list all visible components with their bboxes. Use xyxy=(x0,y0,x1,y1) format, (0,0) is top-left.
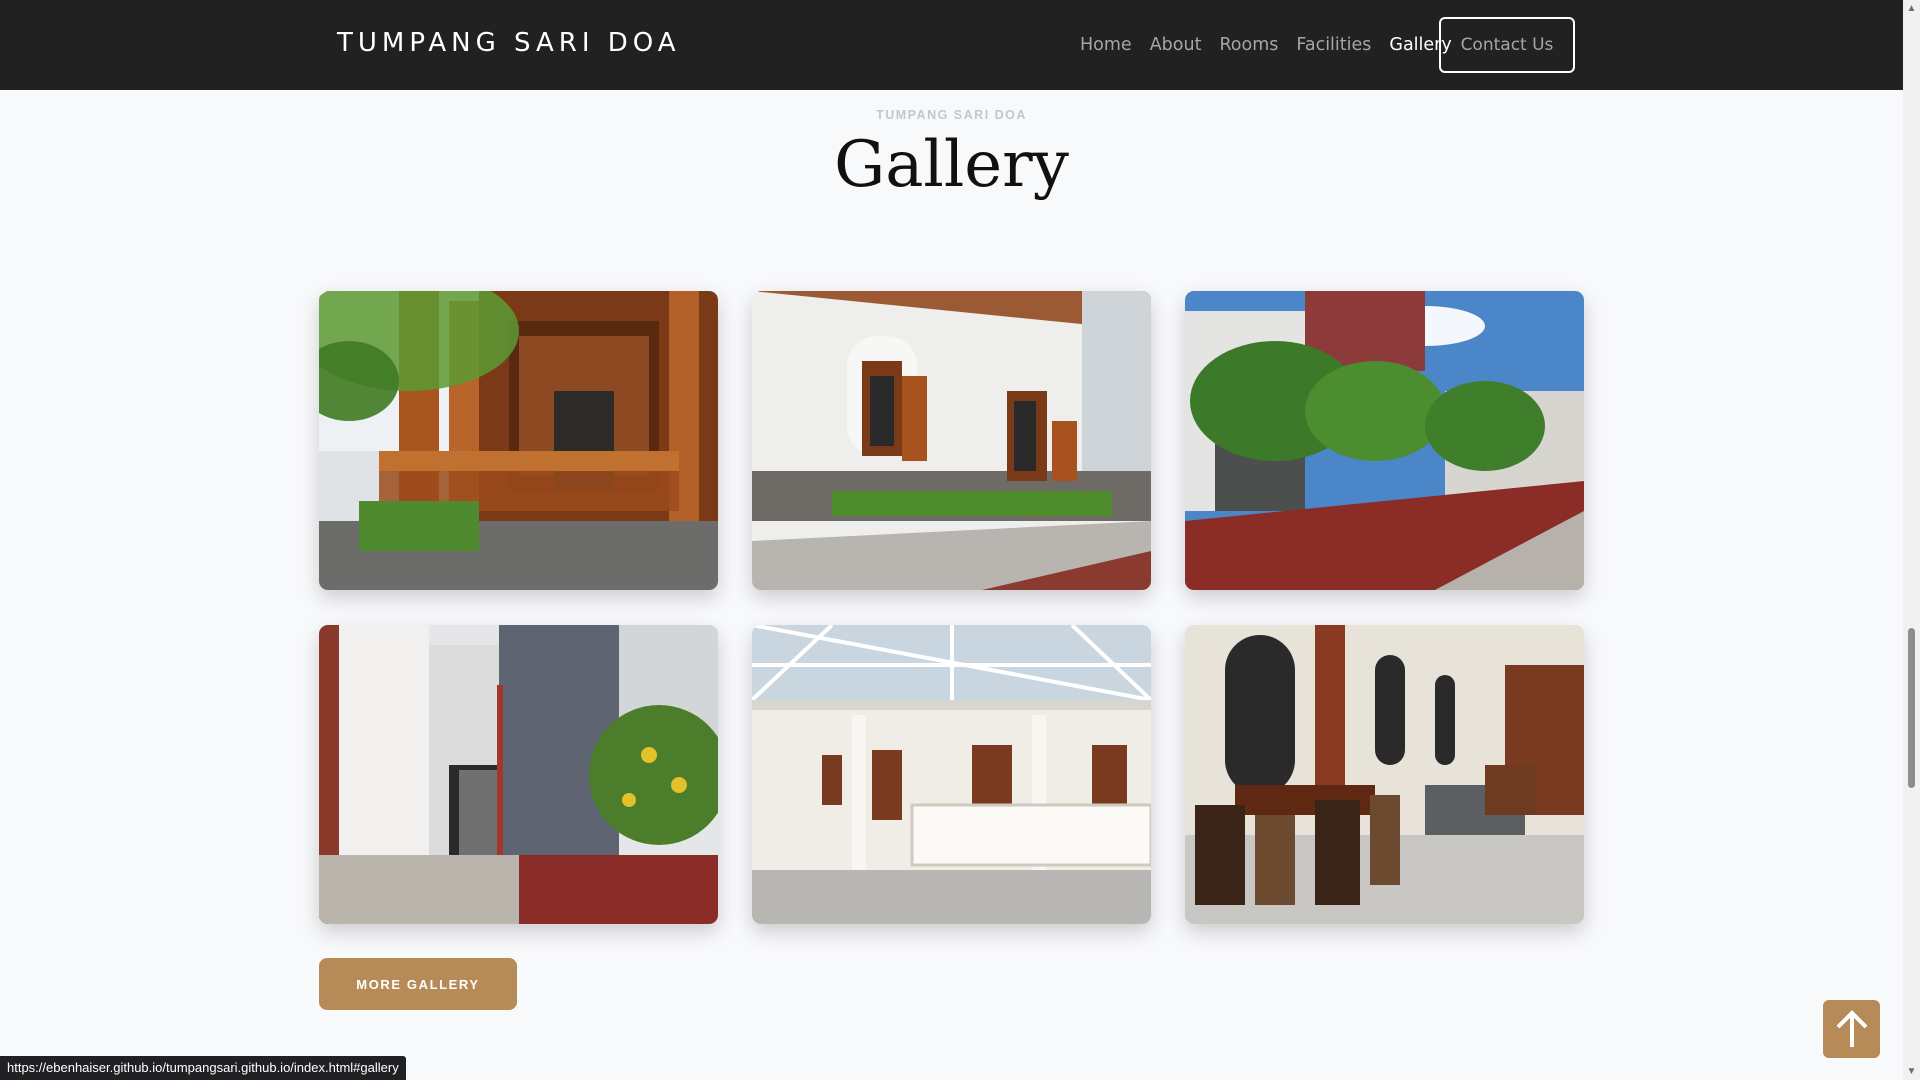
more-gallery-button[interactable]: MORE GALLERY xyxy=(319,958,517,1010)
glass-roof-hall-photo[interactable] xyxy=(752,625,1151,924)
scroll-thumb[interactable] xyxy=(1908,628,1915,788)
nav-link-home[interactable]: Home xyxy=(1080,35,1132,55)
back-to-top-button[interactable] xyxy=(1823,1000,1880,1058)
nav-links: Home About Rooms Facilities Gallery xyxy=(1080,0,1470,90)
gallery-grid xyxy=(319,291,1585,924)
courtyard-frangipani-photo[interactable] xyxy=(1185,291,1584,590)
side-entrance-photo[interactable] xyxy=(319,625,718,924)
scroll-down-arrow-icon[interactable]: ▼ xyxy=(1903,1063,1920,1080)
brand-logo-text[interactable]: TUMPANG SARI DOA xyxy=(337,0,681,95)
scroll-up-arrow-icon[interactable]: ▲ xyxy=(1903,0,1920,17)
page-scrollbar[interactable]: ▲ ▼ xyxy=(1903,0,1920,1080)
top-navbar: TUMPANG SARI DOA Home About Rooms Facili… xyxy=(0,0,1903,90)
nav-link-rooms[interactable]: Rooms xyxy=(1219,35,1278,55)
section-title: Gallery xyxy=(834,128,1069,202)
dining-living-room-photo[interactable] xyxy=(1185,625,1584,924)
contact-us-button[interactable]: Contact Us xyxy=(1439,17,1575,73)
nav-link-facilities[interactable]: Facilities xyxy=(1296,35,1371,55)
nav-link-about[interactable]: About xyxy=(1150,35,1202,55)
status-bar-url: https://ebenhaiser.github.io/tumpangsari… xyxy=(0,1056,406,1080)
section-eyebrow: TUMPANG SARI DOA xyxy=(876,108,1027,122)
wooden-pendopo-photo[interactable] xyxy=(319,291,718,590)
arrow-up-icon xyxy=(1836,1010,1867,1047)
white-house-arched-windows-photo[interactable] xyxy=(752,291,1151,590)
